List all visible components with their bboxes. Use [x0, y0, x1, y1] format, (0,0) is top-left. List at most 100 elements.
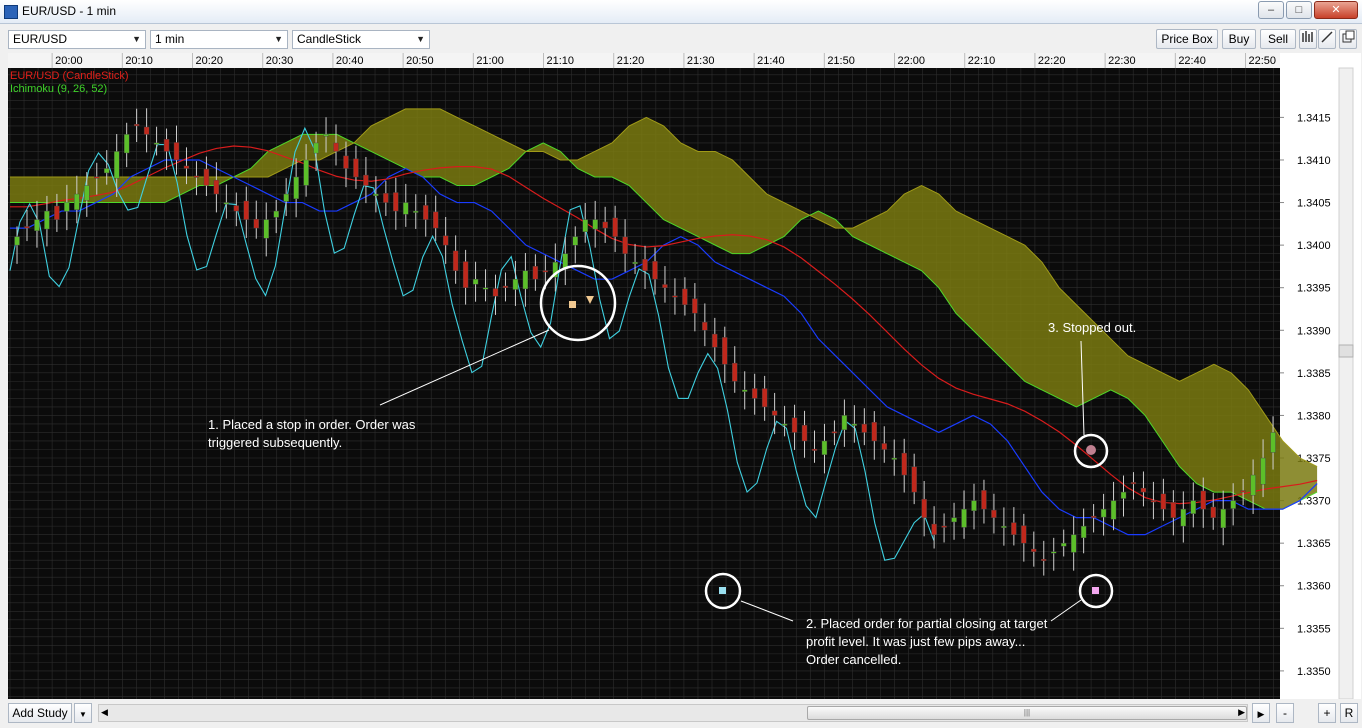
candle-body [572, 236, 578, 246]
popout-icon[interactable] [1339, 29, 1357, 49]
candle-body [24, 226, 30, 229]
candle-body [74, 193, 80, 210]
candle-body [901, 452, 907, 476]
x-tick-label: 20:00 [55, 55, 83, 67]
price-box-button[interactable]: Price Box [1156, 29, 1218, 49]
candle-body [373, 193, 379, 196]
candle-body [801, 425, 808, 442]
zoom-in-button[interactable]: + [1318, 703, 1336, 723]
annotation-2: 2. Placed order for partial closing at t… [806, 616, 1048, 667]
candle-body [183, 165, 190, 169]
candle-body [313, 142, 319, 154]
x-tick-label: 20:40 [336, 55, 364, 67]
candle-body [981, 490, 987, 510]
scroll-right-icon[interactable]: ▶ [1238, 707, 1245, 718]
candle-body [253, 218, 259, 229]
title-bar: EUR/USD - 1 min – □ ✕ [0, 0, 1362, 24]
x-tick-label: 21:10 [547, 55, 575, 67]
candle-body [761, 388, 768, 408]
x-tick-label: 21:40 [757, 55, 785, 67]
reset-button[interactable]: R [1340, 703, 1358, 723]
symbol-select[interactable]: EUR/USD ▼ [8, 30, 146, 49]
candle-body [1120, 491, 1127, 499]
candle-body [1260, 457, 1266, 485]
order-marker-1 [719, 587, 726, 594]
candle-body [223, 202, 230, 205]
candle-body [163, 139, 170, 152]
candle-body [403, 202, 409, 215]
candle-body [781, 423, 788, 426]
candle-body [1210, 506, 1216, 518]
candle-body [432, 211, 439, 229]
candle-body [722, 337, 728, 365]
y-tick-label: 1.3405 [1297, 198, 1331, 210]
chart-type-select[interactable]: CandleStick ▼ [292, 30, 430, 49]
candle-body [971, 500, 977, 511]
y-tick-label: 1.3410 [1297, 155, 1331, 167]
add-study-button[interactable]: Add Study [8, 703, 72, 723]
scroll-end-button[interactable]: ▶ [1252, 703, 1270, 723]
candle-body [14, 236, 20, 246]
candle-body [622, 236, 628, 254]
sell-button[interactable]: Sell [1260, 29, 1296, 49]
annotation-1: 1. Placed a stop in order. Order was tri… [208, 417, 416, 450]
candle-body [791, 417, 798, 433]
candle-body [94, 176, 100, 179]
candle-body [343, 155, 349, 169]
candle-body [861, 423, 868, 433]
minimize-button[interactable]: – [1258, 1, 1284, 19]
candle-body [931, 523, 937, 535]
close-button[interactable]: ✕ [1314, 1, 1358, 19]
window-title: EUR/USD - 1 min [22, 4, 117, 18]
candle-body [44, 210, 50, 230]
period-select[interactable]: 1 min ▼ [150, 30, 288, 49]
candle-body [871, 422, 878, 442]
candle-body [492, 288, 499, 297]
chevron-down-icon: ▼ [79, 710, 87, 719]
candle-body [233, 205, 240, 212]
x-tick-label: 21:00 [476, 55, 504, 67]
candle-body [921, 498, 927, 518]
candle-body [811, 448, 818, 451]
candle-body [1061, 542, 1067, 547]
candle-body [1080, 525, 1087, 538]
candle-body [991, 509, 997, 518]
candle-body [1130, 482, 1137, 485]
hscroll-thumb[interactable]: ||| [807, 706, 1247, 720]
line-icon[interactable] [1318, 29, 1336, 49]
y-tick-label: 1.3380 [1297, 410, 1331, 422]
candle-body [283, 193, 289, 202]
y-tick-label: 1.3360 [1297, 581, 1331, 593]
chevron-down-icon: ▼ [132, 34, 141, 44]
candle-body [173, 142, 180, 161]
stop-marker [1086, 445, 1096, 455]
add-study-dropdown[interactable]: ▼ [74, 703, 92, 723]
horizontal-scrollbar[interactable]: ◀ ||| ▶ [98, 704, 1248, 722]
candle-body [1090, 515, 1097, 518]
bars-icon[interactable] [1299, 29, 1317, 49]
x-tick-label: 21:30 [687, 55, 715, 67]
candle-body [323, 134, 329, 137]
candle-body [582, 219, 588, 233]
maximize-button[interactable]: □ [1286, 1, 1312, 19]
candle-body [333, 142, 339, 152]
price-chart[interactable]: 20:00 20:10 20:20 20:30 20:40 20:50 21:00 21:10… [8, 53, 1361, 699]
candle-body [542, 270, 549, 273]
candle-body [1021, 525, 1027, 544]
candle-body [1250, 474, 1256, 496]
candle-body [243, 200, 249, 220]
zoom-out-button[interactable]: - [1276, 703, 1294, 723]
buy-button[interactable]: Buy [1222, 29, 1256, 49]
scroll-left-icon[interactable]: ◀ [101, 707, 108, 718]
vscroll-thumb[interactable] [1338, 344, 1354, 358]
candle-body [363, 174, 369, 186]
candle-body [592, 219, 598, 230]
entry-marker [569, 301, 576, 308]
candle-body [54, 205, 60, 220]
candle-body [1180, 508, 1187, 527]
candle-body [353, 158, 359, 178]
order-marker-2 [1092, 587, 1099, 594]
candle-body [1110, 500, 1117, 520]
vertical-scrollbar[interactable] [1338, 67, 1354, 699]
candle-body [1170, 502, 1177, 518]
